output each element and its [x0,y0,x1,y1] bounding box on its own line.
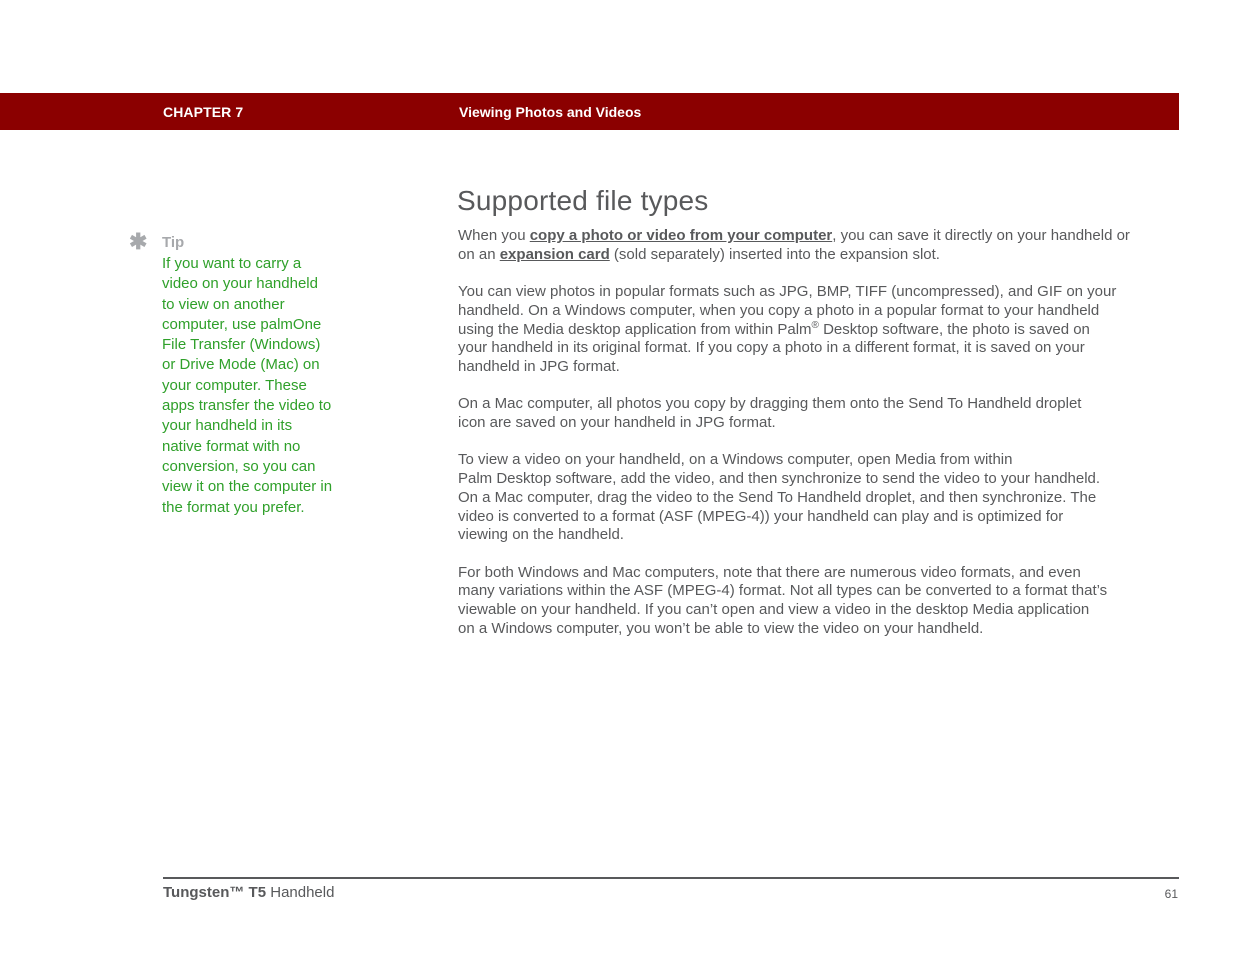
text-line: on a Windows computer, you won’t be able… [458,619,984,637]
text-line: viewable on your handheld. If you can’t … [458,601,1090,618]
tip-line: conversion, so you can [162,457,316,475]
chapter-number: CHAPTER 7 [163,104,244,120]
paragraph-photo-formats: You can view photos in popular formats s… [458,283,1180,377]
registered-mark: ® [811,319,819,331]
tip-line: If you want to carry a [162,255,302,272]
text-line: When you copy a photo or video from your… [458,227,1180,246]
copy-photo-video-link[interactable]: copy a photo or video from your computer [530,227,833,244]
tip-line: your computer. These [162,376,307,394]
tip-line: native format with no [162,437,301,455]
text-fragment: , you can save it directly on your handh… [832,227,1130,244]
paragraph-intro: When you copy a photo or video from your… [458,227,1180,264]
text-line: using the Media desktop application from… [458,319,1180,340]
tip-line: video on your handheld [162,275,318,293]
page-number: 61 [1164,887,1178,901]
text-line: To view a video on your handheld, on a W… [458,451,1013,469]
text-fragment: When you [458,227,530,244]
text-line: On a Mac computer, drag the video to the… [458,488,1097,506]
paragraph-view-video: To view a video on your handheld, on a W… [458,451,1180,545]
expansion-card-link[interactable]: expansion card [500,246,610,263]
tip-label: Tip [162,234,185,251]
chapter-title: Viewing Photos and Videos [459,104,642,120]
text-line: video is converted to a format (ASF (MPE… [458,507,1064,525]
text-fragment: Desktop software, the photo is saved on [818,320,1090,338]
text-line: On a Mac computer, all photos you copy b… [458,395,1082,413]
tip-line: your handheld in its [162,417,293,435]
text-fragment: on an [458,245,500,263]
text-line: on an expansion card (sold separately) i… [458,246,1180,265]
text-line: icon are saved on your handheld in JPG f… [458,414,776,431]
text-line: For both Windows and Mac computers, note… [458,563,1081,581]
tip-line: or Drive Mode (Mac) on [162,356,320,374]
tip-line: computer, use palmOne [162,315,322,333]
section-body: When you copy a photo or video from your… [458,227,1180,657]
text-fragment: using the Media desktop application from… [458,320,812,338]
text-line: viewing on the handheld. [458,526,624,544]
paragraph-video-formats: For both Windows and Mac computers, note… [458,564,1180,639]
text-fragment: (sold separately) inserted into the expa… [609,245,940,263]
text-line: your handheld in its original format. If… [458,339,1085,357]
paragraph-mac-photos: On a Mac computer, all photos you copy b… [458,395,1180,432]
tip-line: apps transfer the video to [162,397,332,415]
text-line: handheld. On a Windows computer, when yo… [458,301,1100,319]
section-heading: Supported file types [457,185,709,216]
tip-body: If you want to carry a video on your han… [162,254,352,518]
tip-line: the format you prefer. [162,498,305,516]
text-line: Palm Desktop software, add the video, an… [458,470,1101,488]
text-line: You can view photos in popular formats s… [458,283,1117,301]
tip-line: view it on the computer in [162,478,333,496]
tip-line: to view on another [162,295,285,313]
footer-product-name: Tungsten™ T5 Handheld [163,884,334,901]
asterisk-icon: ✱ [129,229,148,254]
product-model: Tungsten™ T5 [163,884,267,901]
text-line: many variations within the ASF (MPEG-4) … [458,582,1108,600]
tip-line: File Transfer (Windows) [162,336,321,354]
product-type: Handheld [266,884,335,901]
text-line: handheld in JPG format. [458,357,620,375]
footer-divider [163,877,1179,879]
